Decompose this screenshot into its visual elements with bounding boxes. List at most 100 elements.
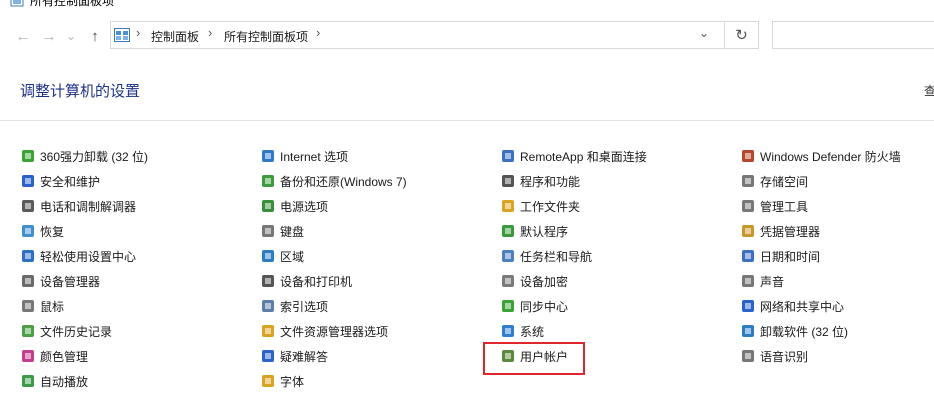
storage-spaces-icon [742,175,754,187]
control-panel-item[interactable]: RemoteApp 和桌面连接 [500,146,647,166]
folder-options-icon [262,325,274,337]
control-panel-icon [10,0,24,7]
control-panel-item-label: 设备管理器 [40,274,101,289]
credential-manager-icon [742,225,754,237]
remote-desktop-icon [502,150,514,162]
control-panel-item-label: 声音 [760,274,785,289]
control-panel-item[interactable]: 鼠标 [20,296,64,316]
control-panel-item-label: 区域 [280,249,305,264]
control-panel-item-label: 管理工具 [760,199,809,214]
control-panel-item[interactable]: 声音 [740,271,784,291]
up-arrow-icon: ↑ [91,27,99,45]
view-by-label[interactable]: 查 [924,82,934,99]
backup-restore-icon [262,175,274,187]
control-panel-item-label: 疑难解答 [280,349,329,364]
control-panel-item[interactable]: 卸载软件 (32 位) [740,321,848,341]
control-panel-item[interactable]: 索引选项 [260,296,328,316]
control-panel-item[interactable]: 网络和共享中心 [740,296,844,316]
control-panel-item-label: 鼠标 [40,299,65,314]
control-panel-item[interactable]: 电源选项 [260,196,328,216]
ease-of-access-icon [22,250,34,262]
microphone-icon [742,350,754,362]
breadcrumb-separator[interactable]: › [136,25,140,40]
control-panel-item-label: 电源选项 [280,199,329,214]
control-panel-item-label: 电话和调制解调器 [40,199,137,214]
back-button[interactable]: ← [14,27,32,45]
control-panel-item[interactable]: 电话和调制解调器 [20,196,136,216]
control-panel-item[interactable]: Windows Defender 防火墙 [740,146,901,166]
control-panel-item-label: 日期和时间 [760,249,821,264]
control-panel-item[interactable]: 凭据管理器 [740,221,820,241]
control-panel-item[interactable]: 程序和功能 [500,171,580,191]
control-panel-item[interactable]: 文件资源管理器选项 [260,321,388,341]
control-panel-item-label: 存储空间 [760,174,809,189]
control-panel-item[interactable]: 默认程序 [500,221,568,241]
title-bar: 所有控制面板项 [0,0,934,12]
page-title: 调整计算机的设置 [20,83,141,100]
control-panel-item[interactable]: 文件历史记录 [20,321,112,341]
control-panel-item[interactable]: 安全和维护 [20,171,100,191]
device-encryption-icon [502,275,514,287]
recovery-icon [22,225,34,237]
breadcrumb-separator[interactable]: › [316,25,320,40]
control-panel-item[interactable]: 存储空间 [740,171,808,191]
control-panel-item[interactable]: 同步中心 [500,296,568,316]
control-panel-item-label: 设备加密 [520,274,569,289]
control-panel-item-label: 默认程序 [520,224,569,239]
control-panel-item[interactable]: 自动播放 [20,371,88,391]
control-panel-item-label: 语音识别 [760,349,809,364]
breadcrumb-control-panel[interactable]: 控制面板 [151,28,199,45]
refresh-icon: ↻ [735,27,748,44]
control-panel-item-label: 索引选项 [280,299,329,314]
control-panel-item[interactable]: 颜色管理 [20,346,88,366]
control-panel-item[interactable]: 恢复 [20,221,64,241]
control-panel-item-label: 自动播放 [40,374,89,389]
search-input[interactable] [772,21,934,49]
control-panel-item-label: 任务栏和导航 [520,249,593,264]
control-panel-item[interactable]: 系统 [500,321,544,341]
control-panel-item[interactable]: 设备和打印机 [260,271,352,291]
breadcrumb-all-items[interactable]: 所有控制面板项 [224,28,308,45]
control-panel-item-label: 工作文件夹 [520,199,581,214]
control-panel-item[interactable]: 轻松使用设置中心 [20,246,136,266]
address-dropdown-icon[interactable]: ⌄ [699,26,709,40]
control-panel-item[interactable]: 区域 [260,246,304,266]
window-title: 所有控制面板项 [30,0,115,8]
sync-center-icon [502,300,514,312]
control-panel-item[interactable]: 设备管理器 [20,271,100,291]
control-panel-item-label: 程序和功能 [520,174,581,189]
control-panel-item[interactable]: 任务栏和导航 [500,246,592,266]
address-bar[interactable]: › 控制面板 › 所有控制面板项 › ⌄ [110,21,725,49]
recent-locations-button[interactable]: ⌄ [62,27,80,45]
firewall-icon [742,150,754,162]
printer-icon [262,275,274,287]
control-panel-item[interactable]: 键盘 [260,221,304,241]
control-panel-item[interactable]: 工作文件夹 [500,196,580,216]
control-panel-item[interactable]: 360强力卸载 (32 位) [20,146,148,166]
breadcrumb-separator[interactable]: › [208,25,212,40]
control-panel-item-label: 系统 [520,324,545,339]
control-panel-item[interactable]: 管理工具 [740,196,808,216]
up-button[interactable]: ↑ [86,27,104,45]
control-panel-item[interactable]: 字体 [260,371,304,391]
control-panel-item-label: RemoteApp 和桌面连接 [520,149,647,164]
control-panel-item[interactable]: Internet 选项 [260,146,348,166]
internet-options-icon [262,150,274,162]
control-panel-item[interactable]: 疑难解答 [260,346,328,366]
refresh-button[interactable]: ↻ [725,21,759,49]
control-panel-item[interactable]: 设备加密 [500,271,568,291]
control-panel-icon [114,28,130,42]
sound-icon [742,275,754,287]
control-panel-item[interactable]: 日期和时间 [740,246,820,266]
chevron-down-icon: ⌄ [65,29,77,43]
control-panel-item-label: 安全和维护 [40,174,101,189]
control-panel-item[interactable]: 备份和还原(Windows 7) [260,171,407,191]
system-icon [502,325,514,337]
control-panel-item[interactable]: 语音识别 [740,346,808,366]
control-panel-item-label: 字体 [280,374,305,389]
navigation-bar: ← → ⌄ ↑ › 控制面板 › 所有控制面板项 › ⌄ ↻ [0,18,934,54]
uninstall-tool-icon [22,150,34,162]
highlight-box [483,342,585,375]
forward-button[interactable]: → [40,27,58,45]
uninstall-software-icon [742,325,754,337]
